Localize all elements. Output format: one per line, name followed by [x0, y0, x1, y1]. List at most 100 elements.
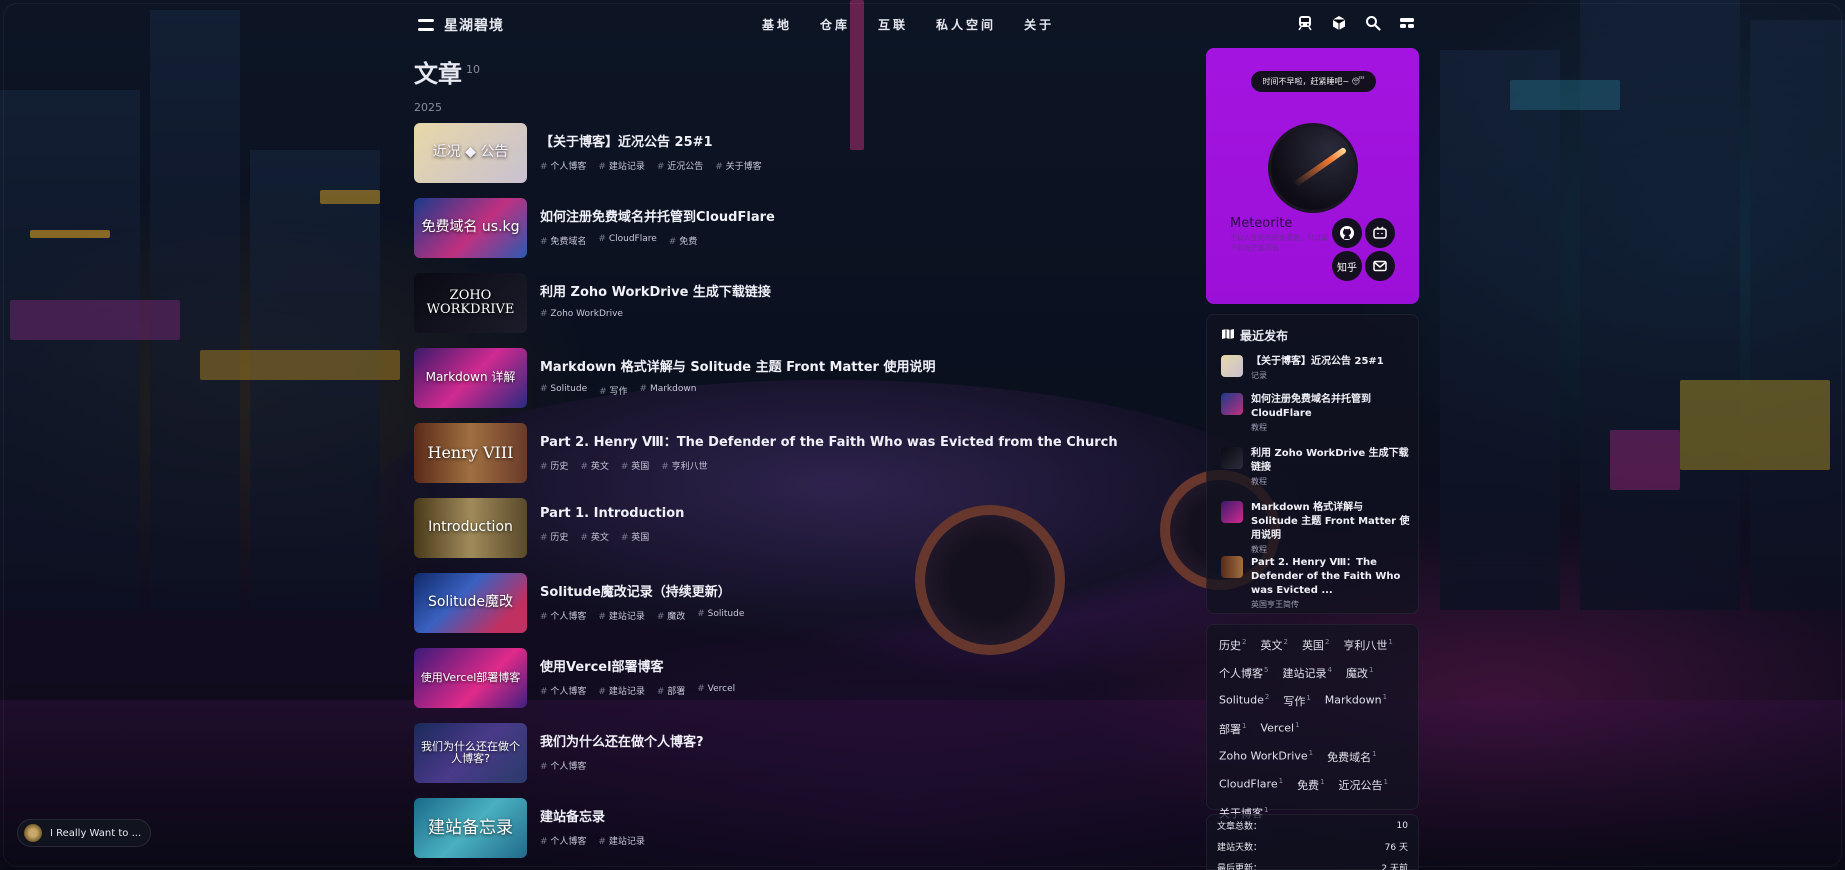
- recent-post-thumb[interactable]: [1221, 556, 1243, 578]
- recent-post-item[interactable]: 【关于博客】近况公告 25#1 记录: [1221, 355, 1411, 381]
- article-tag[interactable]: 近况公告: [657, 159, 703, 172]
- toggle-icon[interactable]: [1398, 14, 1416, 32]
- site-brand[interactable]: 星湖碧境: [418, 15, 504, 35]
- article-tag[interactable]: 个人博客: [540, 834, 586, 847]
- album-disc-icon[interactable]: [24, 824, 42, 842]
- tag-name[interactable]: Vercel: [1260, 722, 1294, 735]
- tag-name[interactable]: 历史: [1219, 639, 1241, 652]
- article-item[interactable]: Markdown 详解 Markdown 格式详解与 Solitude 主题 F…: [414, 348, 1014, 423]
- article-title[interactable]: 我们为什么还在做个人博客?: [540, 731, 704, 750]
- article-title[interactable]: Markdown 格式详解与 Solitude 主题 Front Matter …: [540, 356, 935, 375]
- tag-link[interactable]: CloudFlare1: [1219, 777, 1283, 795]
- article-tag[interactable]: Solitude: [697, 609, 745, 622]
- nav-link-links[interactable]: 互联: [878, 16, 908, 33]
- article-title[interactable]: 利用 Zoho WorkDrive 生成下载链接: [540, 281, 771, 300]
- article-tag[interactable]: Markdown: [640, 384, 696, 397]
- tag-name[interactable]: 亨利八世: [1343, 639, 1387, 652]
- tag-link[interactable]: 免费1: [1297, 777, 1324, 795]
- tag-name[interactable]: 个人博客: [1219, 667, 1263, 680]
- article-item[interactable]: Introduction Part 1. Introduction 历史英文英国: [414, 498, 1014, 573]
- article-tag[interactable]: 建站记录: [598, 684, 645, 697]
- article-tag[interactable]: 历史: [540, 530, 568, 543]
- tag-link[interactable]: 建站记录4: [1282, 665, 1331, 683]
- tag-link[interactable]: 历史2: [1219, 637, 1246, 655]
- article-item[interactable]: 我们为什么还在做个人博客? 我们为什么还在做个人博客? 个人博客: [414, 723, 1014, 798]
- search-icon[interactable]: [1364, 14, 1382, 32]
- article-tag[interactable]: 魔改: [657, 609, 685, 622]
- tag-link[interactable]: 英文2: [1260, 637, 1287, 655]
- article-tag[interactable]: 个人博客: [540, 684, 586, 697]
- article-tag[interactable]: 建站记录: [598, 159, 645, 172]
- tag-link[interactable]: 英国2: [1302, 637, 1329, 655]
- article-tag[interactable]: 关于博客: [715, 159, 762, 172]
- github-icon[interactable]: [1332, 218, 1362, 248]
- article-tag[interactable]: 部署: [657, 684, 685, 697]
- article-title[interactable]: Part 2. Henry Ⅷ：The Defender of the Fait…: [540, 431, 1118, 450]
- bilibili-icon[interactable]: [1365, 218, 1395, 248]
- recent-post-item[interactable]: Markdown 格式详解与 Solitude 主题 Front Matter …: [1221, 501, 1411, 555]
- tag-name[interactable]: 建站记录: [1282, 667, 1326, 680]
- article-tag[interactable]: Vercel: [697, 684, 735, 697]
- article-item[interactable]: Henry VIII Part 2. Henry Ⅷ：The Defender …: [414, 423, 1118, 498]
- tag-link[interactable]: 写作1: [1283, 693, 1310, 711]
- tag-link[interactable]: Markdown1: [1325, 693, 1387, 711]
- recent-post-title[interactable]: Part 2. Henry Ⅷ：The Defender of the Fait…: [1251, 556, 1411, 598]
- recent-post-thumb[interactable]: [1221, 501, 1243, 523]
- article-item[interactable]: ZOHO WORKDRIVE 利用 Zoho WorkDrive 生成下载链接 …: [414, 273, 1014, 348]
- tag-name[interactable]: 部署: [1219, 723, 1241, 736]
- tag-link[interactable]: 免费域名1: [1327, 749, 1376, 767]
- article-tag[interactable]: 亨利八世: [661, 459, 708, 472]
- tag-name[interactable]: 写作: [1283, 695, 1305, 708]
- article-tag[interactable]: Solitude: [540, 384, 587, 397]
- recent-post-title[interactable]: 【关于博客】近况公告 25#1: [1251, 355, 1384, 369]
- tag-link[interactable]: Solitude2: [1219, 693, 1269, 711]
- article-item[interactable]: 近况 ◆ 公告 【关于博客】近况公告 25#1 个人博客建站记录近况公告关于博客: [414, 123, 1014, 198]
- recent-post-thumb[interactable]: [1221, 393, 1243, 415]
- mail-icon[interactable]: [1365, 251, 1395, 281]
- recent-post-thumb[interactable]: [1221, 447, 1243, 469]
- tag-name[interactable]: 免费域名: [1327, 751, 1371, 764]
- nav-link-private[interactable]: 私人空间: [936, 16, 996, 33]
- tag-name[interactable]: 魔改: [1346, 667, 1368, 680]
- article-tag[interactable]: 历史: [540, 459, 568, 472]
- article-item[interactable]: 建站备忘录 建站备忘录 个人博客建站记录: [414, 798, 1014, 870]
- article-title[interactable]: 【关于博客】近况公告 25#1: [540, 131, 762, 150]
- nav-link-about[interactable]: 关于: [1024, 16, 1054, 33]
- recent-post-title[interactable]: 利用 Zoho WorkDrive 生成下载链接: [1251, 447, 1411, 475]
- tag-name[interactable]: 英文: [1260, 639, 1282, 652]
- tag-name[interactable]: Zoho WorkDrive: [1219, 750, 1308, 763]
- article-title[interactable]: 建站备忘录: [540, 806, 645, 825]
- article-item[interactable]: Solitude魔改 Solitude魔改记录（持续更新） 个人博客建站记录魔改…: [414, 573, 1014, 648]
- recent-post-title[interactable]: Markdown 格式详解与 Solitude 主题 Front Matter …: [1251, 501, 1411, 543]
- article-tag[interactable]: 建站记录: [598, 834, 645, 847]
- zhihu-button[interactable]: 知乎: [1332, 251, 1362, 281]
- tag-name[interactable]: CloudFlare: [1219, 778, 1278, 791]
- nav-link-repo[interactable]: 仓库: [820, 16, 850, 33]
- tag-link[interactable]: 亨利八世1: [1343, 637, 1392, 655]
- article-title[interactable]: Part 1. Introduction: [540, 506, 684, 521]
- menu-icon[interactable]: [418, 19, 434, 31]
- cube-icon[interactable]: [1330, 14, 1348, 32]
- article-tag[interactable]: 英文: [580, 459, 609, 472]
- train-icon[interactable]: [1296, 14, 1314, 32]
- tag-link[interactable]: 个人博客5: [1219, 665, 1268, 683]
- article-tag[interactable]: 建站记录: [598, 609, 645, 622]
- article-tag[interactable]: 英国: [621, 459, 649, 472]
- article-tag[interactable]: Zoho WorkDrive: [540, 309, 623, 319]
- nav-link-base[interactable]: 基地: [762, 16, 792, 33]
- tag-name[interactable]: Solitude: [1219, 694, 1264, 707]
- tag-link[interactable]: Vercel1: [1260, 721, 1299, 739]
- avatar[interactable]: [1268, 123, 1358, 213]
- tag-link[interactable]: 近况公告1: [1339, 777, 1388, 795]
- tag-link[interactable]: Zoho WorkDrive1: [1219, 749, 1313, 767]
- article-tag[interactable]: 英文: [580, 530, 609, 543]
- article-item[interactable]: 使用Vercel部署博客 使用Vercel部署博客 个人博客建站记录部署Verc…: [414, 648, 1014, 723]
- article-title[interactable]: Solitude魔改记录（持续更新）: [540, 581, 744, 600]
- music-player[interactable]: I Really Want to ...: [17, 819, 151, 847]
- article-tag[interactable]: 写作: [599, 384, 628, 397]
- tag-name[interactable]: 英国: [1302, 639, 1324, 652]
- recent-post-item[interactable]: 利用 Zoho WorkDrive 生成下载链接 教程: [1221, 447, 1411, 487]
- recent-post-thumb[interactable]: [1221, 355, 1243, 377]
- article-tag[interactable]: 免费: [669, 234, 697, 247]
- article-tag[interactable]: 免费域名: [540, 234, 586, 247]
